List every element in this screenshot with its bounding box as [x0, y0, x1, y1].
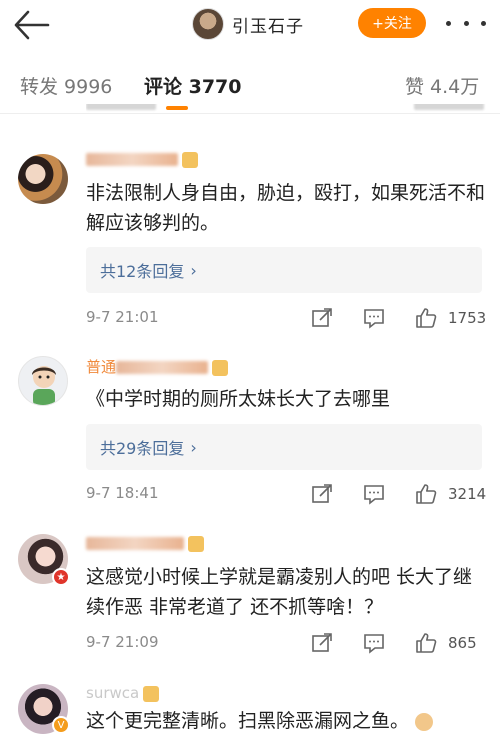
more-dot	[481, 20, 486, 26]
more-button[interactable]	[446, 13, 486, 33]
comment-username[interactable]	[86, 150, 198, 168]
comment-icon[interactable]	[362, 306, 386, 330]
comment-icon[interactable]	[362, 482, 386, 506]
comment-text: 非法限制人身自由，胁迫，殴打，如果死活不和解应该够判的。	[86, 182, 486, 234]
arrow-left-icon	[14, 10, 50, 40]
comment-time: 9-7 18:41	[86, 484, 159, 502]
replies-link[interactable]: 共12条回复 ›	[86, 247, 482, 293]
comment-text-content: 这个更完整清晰。扫黑除恶漏网之鱼。	[86, 710, 410, 732]
like-button[interactable]: 1753	[414, 306, 486, 330]
comment-username[interactable]: 普通	[86, 356, 229, 377]
page-title: 引玉石子	[192, 6, 304, 42]
comment-meta: 9-7 21:09 865	[86, 631, 486, 655]
avatar[interactable]	[18, 154, 68, 204]
like-button[interactable]: 865	[414, 631, 477, 655]
thumbs-up-icon	[416, 633, 437, 653]
share-icon[interactable]	[310, 306, 334, 330]
member-icon	[143, 685, 160, 702]
chevron-right-icon: ›	[190, 437, 197, 457]
title-name: 引玉石子	[232, 16, 304, 37]
member-icon	[182, 151, 198, 168]
back-button[interactable]	[12, 8, 52, 42]
username-prefix: surwca	[86, 684, 140, 702]
title-avatar	[192, 8, 224, 40]
chevron-right-icon: ›	[190, 260, 197, 280]
username-prefix: 普通	[86, 358, 117, 376]
more-dot	[463, 20, 469, 26]
comment-meta: 9-7 21:01 1753	[86, 306, 486, 330]
replies-link[interactable]: 共29条回复 ›	[86, 424, 482, 470]
cartoon-avatar-icon	[32, 366, 56, 405]
comment-text: 《中学时期的厕所太妹长大了去哪里	[86, 388, 391, 410]
share-icon[interactable]	[310, 631, 334, 655]
thumbs-up-icon	[416, 308, 437, 328]
tab-comments[interactable]: 评论 3770	[144, 72, 242, 99]
replies-count: 共29条回复	[100, 439, 185, 458]
comment-text: 这个更完整清晰。扫黑除恶漏网之鱼。	[86, 706, 486, 736]
comment-username[interactable]	[86, 534, 204, 552]
tab-repost[interactable]: 转发 9996	[20, 72, 112, 99]
member-icon	[188, 535, 204, 552]
thumbs-up-icon	[416, 484, 437, 504]
more-dot	[446, 20, 451, 26]
comment-time: 9-7 21:09	[86, 633, 159, 651]
top-bar: 引玉石子 +关注	[0, 0, 500, 50]
previous-comment-meta	[86, 104, 486, 114]
follow-button[interactable]: +关注	[358, 8, 426, 38]
like-count: 1753	[448, 309, 487, 327]
avatar[interactable]	[18, 356, 68, 406]
comment-text: 这感觉小时候上学就是霸凌别人的吧 长大了继续作恶 非常老道了 还不抓等啥！？	[86, 566, 473, 618]
replies-count: 共12条回复	[100, 262, 185, 281]
share-icon[interactable]	[310, 482, 334, 506]
like-count: 3214	[448, 485, 487, 503]
comment-username[interactable]: surwca	[86, 684, 160, 702]
comment-meta: 9-7 18:41 3214	[86, 482, 486, 506]
verified-badge-icon: ★	[52, 568, 70, 586]
tab-likes[interactable]: 赞 4.4万	[405, 72, 479, 99]
dog-emoji-icon	[415, 712, 434, 731]
member-icon	[212, 359, 229, 376]
comment-icon[interactable]	[362, 631, 386, 655]
comment-time: 9-7 21:01	[86, 308, 159, 326]
like-button[interactable]: 3214	[414, 482, 486, 506]
like-count: 865	[448, 634, 477, 652]
verified-badge-icon: V	[52, 716, 70, 734]
